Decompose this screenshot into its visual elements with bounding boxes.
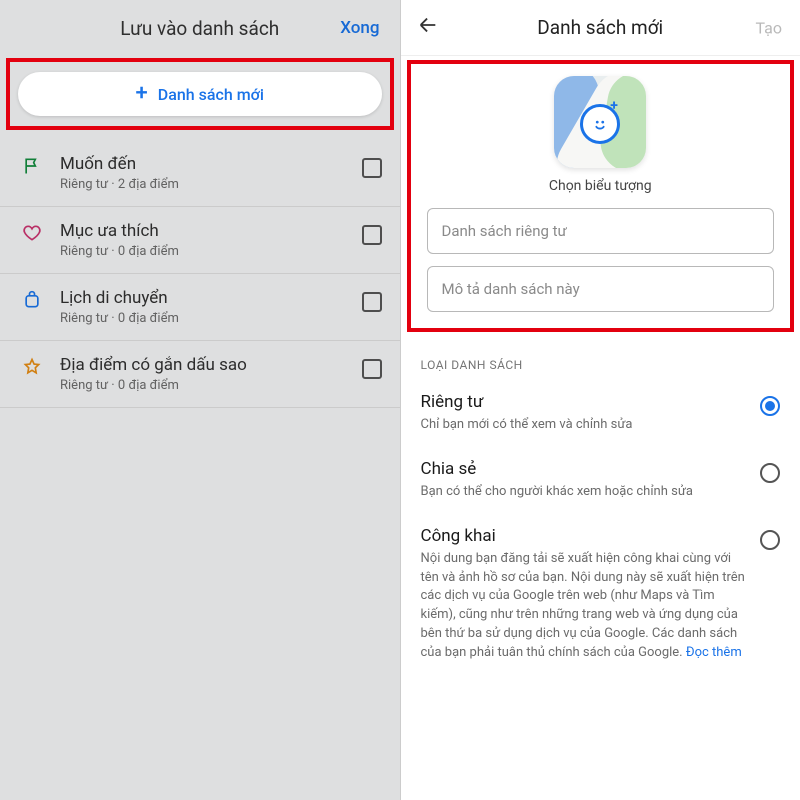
list-type-section-label: LOẠI DANH SÁCH — [401, 342, 800, 382]
option-title: Riêng tư — [421, 392, 747, 412]
page-title: Lưu vào danh sách — [120, 17, 279, 40]
checkbox[interactable] — [362, 225, 382, 245]
suitcase-icon — [18, 288, 46, 310]
list-sub: Riêng tư · 0 địa điểm — [60, 311, 362, 326]
choose-icon-label: Chọn biểu tượng — [549, 178, 652, 194]
highlight-new-list: + Danh sách mới — [6, 58, 394, 130]
list-item[interactable]: Địa điểm có gắn dấu sao Riêng tư · 0 địa… — [0, 341, 400, 408]
list-sub: Riêng tư · 0 địa điểm — [60, 244, 362, 259]
option-desc: Nội dung bạn đăng tải sẽ xuất hiện công … — [421, 550, 747, 663]
new-list-button[interactable]: + Danh sách mới — [18, 72, 382, 116]
radio-button[interactable] — [760, 396, 780, 416]
list-type-option[interactable]: Riêng tư Chỉ bạn mới có thể xem và chỉnh… — [401, 382, 800, 449]
list-name: Địa điểm có gắn dấu sao — [60, 355, 362, 375]
done-button[interactable]: Xong — [340, 18, 379, 38]
right-header: Danh sách mới Tạo — [401, 0, 800, 56]
list-item[interactable]: Mục ưa thích Riêng tư · 0 địa điểm — [0, 207, 400, 274]
saved-lists: Muốn đến Riêng tư · 2 địa điểm Mục ưa th… — [0, 140, 400, 408]
list-desc-field[interactable]: Mô tả danh sách này — [427, 266, 775, 312]
icon-tile[interactable]: + — [554, 76, 646, 168]
read-more-link[interactable]: Đọc thêm — [686, 645, 742, 660]
arrow-left-icon — [417, 14, 439, 36]
checkbox[interactable] — [362, 359, 382, 379]
star-icon — [18, 355, 46, 377]
new-list-label: Danh sách mới — [158, 85, 264, 104]
left-header: Lưu vào danh sách Xong — [0, 0, 400, 56]
list-name-field[interactable]: Danh sách riêng tư — [427, 208, 775, 254]
create-button[interactable]: Tạo — [756, 18, 783, 37]
option-title: Chia sẻ — [421, 459, 747, 479]
checkbox[interactable] — [362, 158, 382, 178]
list-sub: Riêng tư · 2 địa điểm — [60, 177, 362, 192]
plus-icon: + — [136, 83, 148, 105]
list-name: Muốn đến — [60, 154, 362, 174]
plus-icon: + — [610, 98, 618, 114]
list-name: Mục ưa thích — [60, 221, 362, 241]
checkbox[interactable] — [362, 292, 382, 312]
option-desc: Chỉ bạn mới có thể xem và chỉnh sửa — [421, 416, 747, 435]
new-list-screen: Danh sách mới Tạo + Chọn biểu tượng Danh… — [401, 0, 800, 800]
save-to-list-screen: Lưu vào danh sách Xong + Danh sách mới M… — [0, 0, 401, 800]
flag-icon — [18, 154, 46, 176]
list-sub: Riêng tư · 0 địa điểm — [60, 378, 362, 393]
list-name: Lịch di chuyển — [60, 288, 362, 308]
heart-icon — [18, 221, 46, 243]
icon-picker[interactable]: + Chọn biểu tượng — [427, 76, 775, 194]
highlight-form: + Chọn biểu tượng Danh sách riêng tư Mô … — [407, 60, 795, 332]
back-button[interactable] — [417, 14, 439, 42]
option-title: Công khai — [421, 526, 747, 546]
option-desc: Bạn có thể cho người khác xem hoặc chỉnh… — [421, 483, 747, 502]
radio-button[interactable] — [760, 463, 780, 483]
list-type-option[interactable]: Chia sẻ Bạn có thể cho người khác xem ho… — [401, 449, 800, 516]
page-title: Danh sách mới — [537, 16, 663, 39]
list-item[interactable]: Muốn đến Riêng tư · 2 địa điểm — [0, 140, 400, 207]
list-type-option[interactable]: Công khai Nội dung bạn đăng tải sẽ xuất … — [401, 516, 800, 677]
list-item[interactable]: Lịch di chuyển Riêng tư · 0 địa điểm — [0, 274, 400, 341]
radio-button[interactable] — [760, 530, 780, 550]
